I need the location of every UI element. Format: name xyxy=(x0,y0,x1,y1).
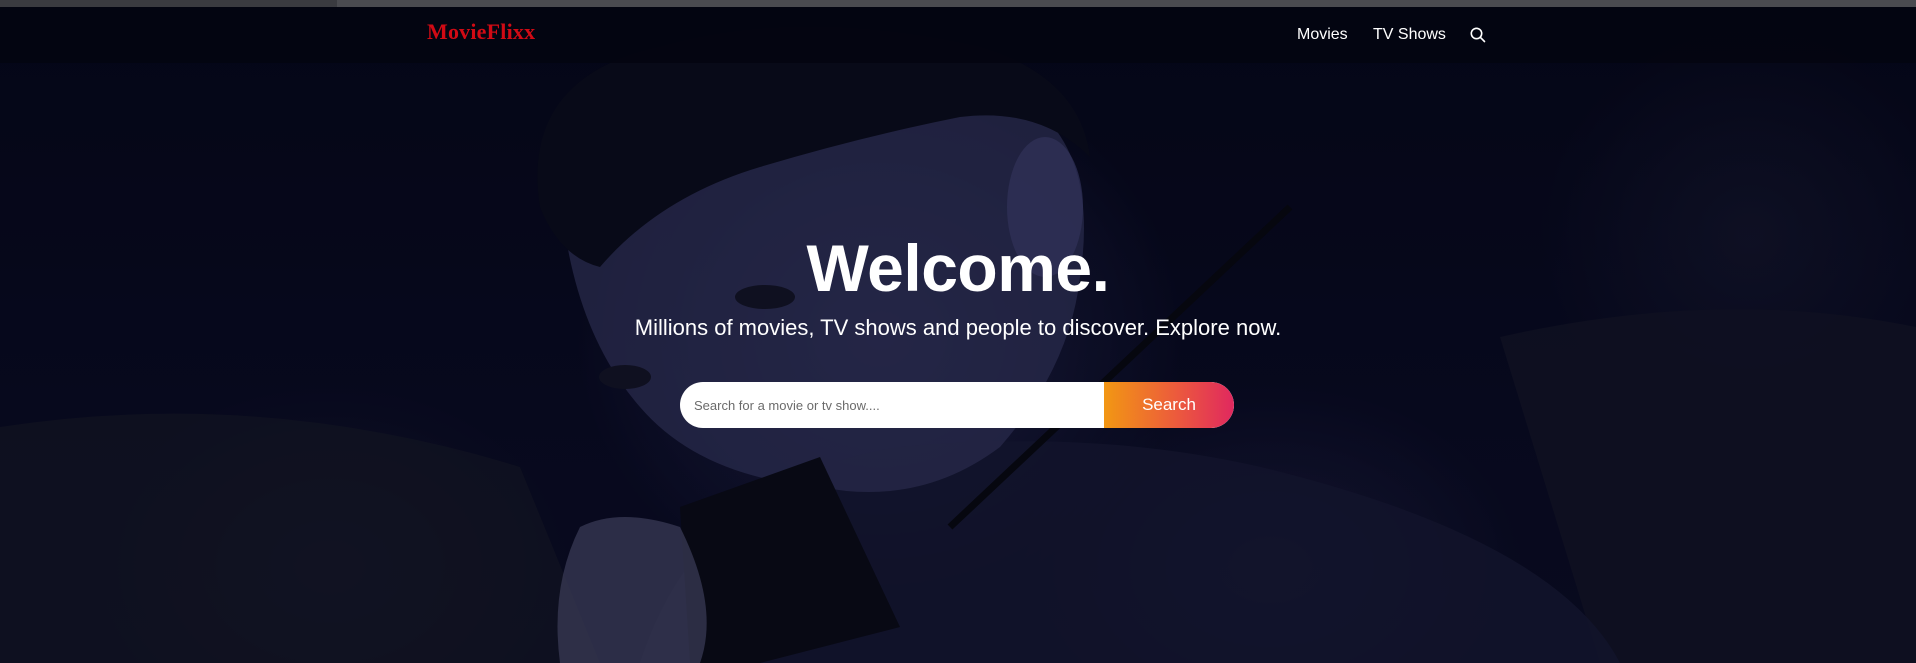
hero-search-bar: Search xyxy=(680,382,1234,428)
nav-movies-link[interactable]: Movies xyxy=(1297,26,1348,44)
site-logo[interactable]: MovieFlixx xyxy=(427,19,535,45)
hero-subtitle: Millions of movies, TV shows and people … xyxy=(634,315,1282,340)
top-navbar: MovieFlixx Movies TV Shows xyxy=(0,7,1916,63)
nav-tv-shows-link[interactable]: TV Shows xyxy=(1373,26,1446,44)
browser-active-tab[interactable] xyxy=(337,0,1916,7)
search-icon[interactable] xyxy=(1469,26,1487,44)
hero-title: Welcome. xyxy=(806,231,1110,305)
search-input[interactable] xyxy=(680,382,1104,428)
search-button[interactable]: Search xyxy=(1104,382,1234,428)
browser-tab-strip xyxy=(0,0,1916,7)
